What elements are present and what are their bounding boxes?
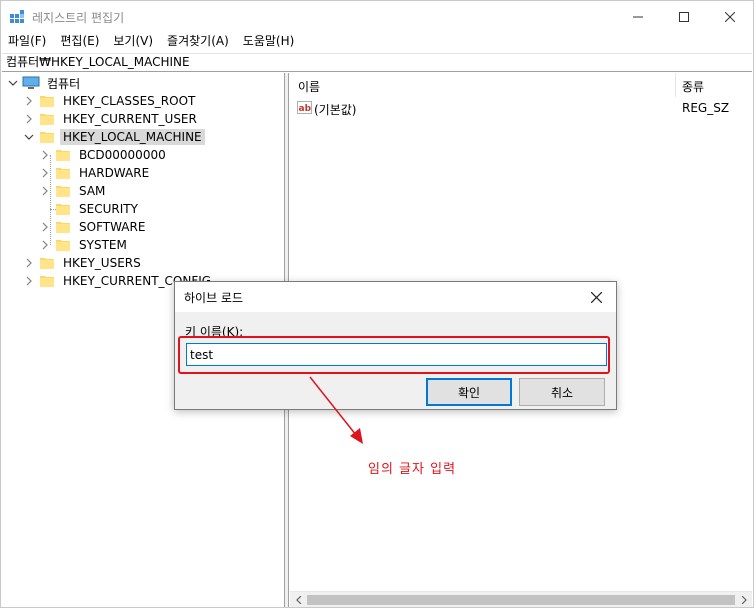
folder-icon [56,185,70,197]
address-bar[interactable]: 컴퓨터₩HKEY_LOCAL_MACHINE [2,53,752,72]
folder-icon [56,239,70,251]
menu-edit[interactable]: 편집(E) [53,32,106,52]
chevron-right-icon[interactable] [40,222,50,232]
folder-icon [40,257,54,269]
dialog-close-button[interactable] [585,287,607,307]
tree-node-bcd[interactable]: BCD00000000 [40,146,169,164]
tree-label: SECURITY [79,202,138,216]
folder-icon [56,203,70,215]
minimize-button[interactable] [615,1,661,32]
string-value-icon: ab [297,100,313,116]
tree-label: BCD00000000 [79,148,166,162]
chevron-right-icon[interactable] [24,114,34,124]
chevron-right-icon[interactable] [24,276,34,286]
folder-icon [56,149,70,161]
title-bar: 레지스트리 편집기 [1,1,753,32]
registry-editor-app-icon [9,9,25,25]
tree-node-software[interactable]: SOFTWARE [40,218,148,236]
key-name-input[interactable] [186,343,607,366]
menu-help[interactable]: 도움말(H) [236,32,302,52]
tree-label: SYSTEM [79,238,127,252]
close-icon [725,11,735,22]
annotation-text: 임의 글자 입력 [368,462,457,477]
tree-label: HARDWARE [79,166,150,180]
tree-label-computer: 컴퓨터 [47,76,81,91]
menu-file[interactable]: 파일(F) [1,32,53,52]
tree-node-hkey-current-user[interactable]: HKEY_CURRENT_USER [24,110,200,128]
column-header-type[interactable]: 종류 [682,78,704,95]
scroll-right-icon[interactable] [735,592,752,608]
tree-label: SOFTWARE [79,220,146,234]
window-title: 레지스트리 편집기 [32,11,125,25]
tree-node-hkey-local-machine[interactable]: HKEY_LOCAL_MACHINE [24,128,205,146]
dialog-title: 하이브 로드 [184,291,244,305]
svg-text:ab: ab [299,104,312,114]
column-divider[interactable] [675,73,676,97]
list-item[interactable]: ab (기본값) REG_SZ [290,99,752,117]
tree-node-hkey-classes-root[interactable]: HKEY_CLASSES_ROOT [24,92,198,110]
tree-node-hardware[interactable]: HARDWARE [40,164,152,182]
tree-label: HKEY_CURRENT_USER [63,112,197,126]
chevron-right-icon[interactable] [24,258,34,268]
ok-button[interactable]: 확인 [426,378,512,406]
load-hive-dialog: 하이브 로드 키 이름(K): 확인 취소 [174,281,617,410]
tree-label: HKEY_USERS [63,256,141,270]
chevron-right-icon[interactable] [40,186,50,196]
tree-connector [40,204,50,214]
folder-icon [40,113,54,125]
menu-bar: 파일(F) 편집(E) 보기(V) 즐겨찾기(A) 도움말(H) [1,32,753,52]
chevron-right-icon[interactable] [40,240,50,250]
maximize-button[interactable] [661,1,707,32]
computer-icon [22,76,40,90]
chevron-down-icon[interactable] [24,132,34,142]
tree-label: SAM [79,184,106,198]
folder-icon [56,221,70,233]
value-type: REG_SZ [682,101,730,115]
key-name-label: 키 이름(K): [185,325,244,339]
tree-node-sam[interactable]: SAM [40,182,108,200]
scroll-left-icon[interactable] [290,592,307,608]
dialog-title-bar: 하이브 로드 [175,282,616,312]
folder-open-icon [40,131,54,143]
tree-node-computer[interactable]: 컴퓨터 [8,74,83,92]
chevron-right-icon[interactable] [40,168,50,178]
list-header: 이름 종류 [290,73,752,97]
folder-icon [40,95,54,107]
menu-favorites[interactable]: 즐겨찾기(A) [160,32,236,52]
minimize-icon [633,16,643,17]
chevron-down-icon[interactable] [8,78,18,88]
horizontal-scrollbar[interactable] [290,591,752,607]
tree-node-system[interactable]: SYSTEM [40,236,130,254]
close-icon [590,291,602,303]
tree-node-hkey-users[interactable]: HKEY_USERS [24,254,144,272]
scrollbar-thumb[interactable] [307,595,735,605]
cancel-button[interactable]: 취소 [519,378,605,406]
maximize-icon [679,11,689,22]
tree-label: HKEY_CLASSES_ROOT [63,94,196,108]
tree-label: HKEY_LOCAL_MACHINE [60,129,205,145]
menu-view[interactable]: 보기(V) [106,32,160,52]
column-header-name[interactable]: 이름 [298,78,320,95]
value-name: (기본값) [314,103,357,117]
chevron-right-icon[interactable] [24,96,34,106]
folder-icon [40,275,54,287]
close-button[interactable] [707,1,753,32]
folder-icon [56,167,70,179]
tree-node-security[interactable]: SECURITY [40,200,141,218]
chevron-right-icon[interactable] [40,150,50,160]
